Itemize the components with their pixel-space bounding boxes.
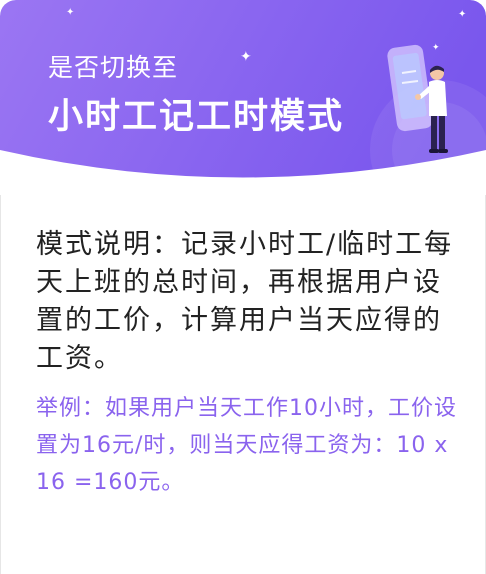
mode-example: 举例：如果用户当天工作10小时，工价设置为16元/时，则当天应得工资为：10 x… xyxy=(36,396,457,495)
sparkle-icon: ✦ xyxy=(458,9,467,20)
sparkle-icon: ✦ xyxy=(240,49,252,65)
mode-switch-dialog: ✦ ✦ ✦ ✦ 是否切换至 小时工记工时模式 模式说明：记录小时工/临时工每天上… xyxy=(0,0,486,574)
sparkle-icon: ✦ xyxy=(66,7,75,18)
person-with-phone-illustration xyxy=(387,44,448,153)
header-title: 小时工记工时模式 xyxy=(48,97,345,137)
header-subtitle: 是否切换至 xyxy=(48,53,179,82)
mode-description: 模式说明：记录小时工/临时工每天上班的总时间，再根据用户设置的工价，计算用户当天… xyxy=(36,229,454,374)
dialog-left-border xyxy=(0,195,1,574)
dialog-header: ✦ ✦ ✦ ✦ 是否切换至 小时工记工时模式 xyxy=(0,0,486,195)
